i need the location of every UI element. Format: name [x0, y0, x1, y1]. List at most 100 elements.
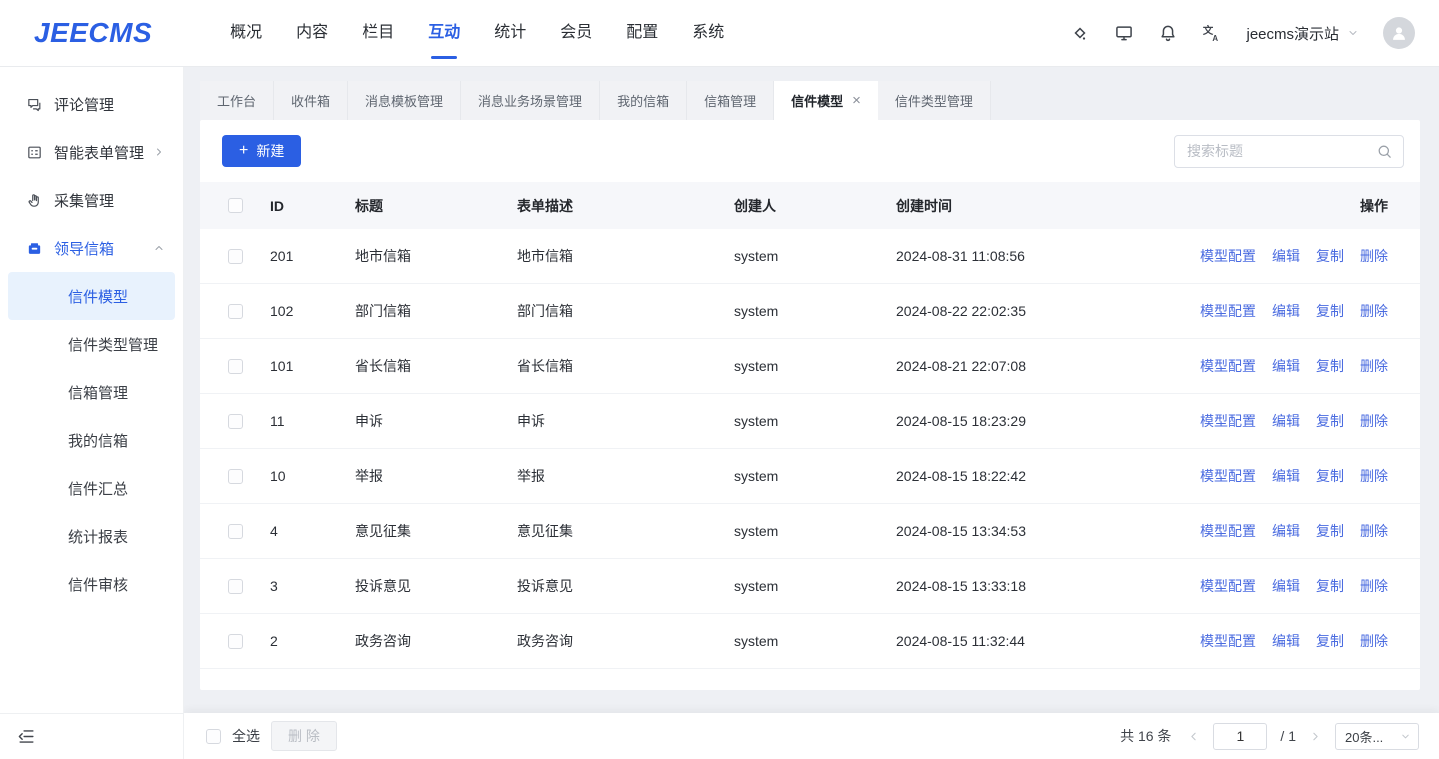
column-desc: 表单描述: [517, 196, 734, 216]
row-action-delete[interactable]: 删除: [1360, 301, 1388, 321]
row-action-model-config[interactable]: 模型配置: [1200, 301, 1256, 321]
tab-label: 我的信箱: [617, 91, 669, 110]
clean-icon[interactable]: [1070, 23, 1090, 43]
tab-2[interactable]: 消息模板管理: [348, 81, 461, 120]
sidebar-subitem-3[interactable]: 我的信箱: [8, 416, 175, 464]
row-action-edit[interactable]: 编辑: [1272, 521, 1300, 541]
sidebar-item-2[interactable]: 采集管理: [0, 176, 183, 224]
sidebar-subitem-2[interactable]: 信箱管理: [8, 368, 175, 416]
page-size-select[interactable]: 20条...: [1335, 723, 1419, 750]
tab-4[interactable]: 我的信箱: [600, 81, 687, 120]
top-nav-item-5[interactable]: 会员: [558, 17, 594, 49]
close-icon[interactable]: ×: [852, 93, 861, 108]
tab-0[interactable]: 工作台: [200, 81, 274, 120]
logo: JEECMS: [34, 17, 152, 49]
row-action-model-config[interactable]: 模型配置: [1200, 521, 1256, 541]
row-action-copy[interactable]: 复制: [1316, 466, 1344, 486]
row-action-delete[interactable]: 删除: [1360, 576, 1388, 596]
row-checkbox[interactable]: [228, 469, 243, 484]
row-action-model-config[interactable]: 模型配置: [1200, 466, 1256, 486]
search-icon[interactable]: [1376, 143, 1393, 160]
page-input[interactable]: [1213, 723, 1267, 750]
row-checkbox[interactable]: [228, 304, 243, 319]
new-button[interactable]: + 新建: [222, 135, 301, 167]
row-title: 举报: [355, 466, 517, 486]
tab-6[interactable]: 信件模型 ×: [774, 81, 878, 120]
row-action-copy[interactable]: 复制: [1316, 411, 1344, 431]
row-action-delete[interactable]: 删除: [1360, 356, 1388, 376]
row-action-delete[interactable]: 删除: [1360, 466, 1388, 486]
row-action-copy[interactable]: 复制: [1316, 301, 1344, 321]
row-action-model-config[interactable]: 模型配置: [1200, 631, 1256, 651]
row-checkbox[interactable]: [228, 524, 243, 539]
tab-3[interactable]: 消息业务场景管理: [461, 81, 600, 120]
sidebar-subitem-4[interactable]: 信件汇总: [8, 464, 175, 512]
sidebar-item-label: 智能表单管理: [54, 142, 144, 163]
sidebar-subitem-0[interactable]: 信件模型: [8, 272, 175, 320]
top-nav-item-1[interactable]: 内容: [294, 17, 330, 49]
row-action-delete[interactable]: 删除: [1360, 411, 1388, 431]
top-nav-item-4[interactable]: 统计: [492, 17, 528, 49]
select-all-checkbox[interactable]: [206, 729, 221, 744]
row-checkbox[interactable]: [228, 414, 243, 429]
row-action-copy[interactable]: 复制: [1316, 521, 1344, 541]
sidebar-footer: [0, 713, 183, 759]
row-checkbox[interactable]: [228, 359, 243, 374]
header-select-checkbox[interactable]: [228, 198, 243, 213]
sidebar-item-1[interactable]: 智能表单管理: [0, 128, 183, 176]
row-action-model-config[interactable]: 模型配置: [1200, 246, 1256, 266]
table-row: 102部门信箱部门信箱system2024-08-22 22:02:35模型配置…: [200, 284, 1420, 339]
top-nav-item-3[interactable]: 互动: [426, 17, 462, 49]
next-page-icon[interactable]: [1309, 730, 1322, 743]
row-checkbox[interactable]: [228, 634, 243, 649]
avatar[interactable]: [1383, 17, 1415, 49]
monitor-icon[interactable]: [1114, 23, 1134, 43]
top-nav-item-2[interactable]: 栏目: [360, 17, 396, 49]
row-action-edit[interactable]: 编辑: [1272, 356, 1300, 376]
row-action-copy[interactable]: 复制: [1316, 246, 1344, 266]
row-checkbox[interactable]: [228, 249, 243, 264]
table-row: 2政务咨询政务咨询system2024-08-15 11:32:44模型配置编辑…: [200, 614, 1420, 669]
delete-button[interactable]: 删 除: [271, 721, 337, 751]
sidebar-subitem-5[interactable]: 统计报表: [8, 512, 175, 560]
row-action-model-config[interactable]: 模型配置: [1200, 356, 1256, 376]
sidebar-subitem-6[interactable]: 信件审核: [8, 560, 175, 608]
row-action-delete[interactable]: 删除: [1360, 521, 1388, 541]
collapse-sidebar-icon[interactable]: [17, 727, 36, 746]
row-actions: 模型配置编辑复制删除: [1200, 466, 1388, 486]
row-action-copy[interactable]: 复制: [1316, 576, 1344, 596]
tab-label: 信件模型: [791, 91, 843, 110]
site-switcher[interactable]: jeecms演示站: [1246, 23, 1359, 44]
row-action-edit[interactable]: 编辑: [1272, 576, 1300, 596]
top-nav-item-7[interactable]: 系统: [690, 17, 726, 49]
row-action-edit[interactable]: 编辑: [1272, 246, 1300, 266]
row-action-model-config[interactable]: 模型配置: [1200, 576, 1256, 596]
row-checkbox[interactable]: [228, 579, 243, 594]
row-action-edit[interactable]: 编辑: [1272, 411, 1300, 431]
row-action-model-config[interactable]: 模型配置: [1200, 411, 1256, 431]
row-desc: 意见征集: [517, 521, 734, 541]
row-title: 投诉意见: [355, 576, 517, 596]
row-action-edit[interactable]: 编辑: [1272, 631, 1300, 651]
row-action-delete[interactable]: 删除: [1360, 246, 1388, 266]
bell-icon[interactable]: [1158, 23, 1178, 43]
row-action-copy[interactable]: 复制: [1316, 631, 1344, 651]
tab-1[interactable]: 收件箱: [274, 81, 348, 120]
app-window: JEECMS 概况内容栏目互动统计会员配置系统 文A jeecms演示站 评论管…: [0, 0, 1439, 759]
top-nav-item-6[interactable]: 配置: [624, 17, 660, 49]
tab-7[interactable]: 信件类型管理: [878, 81, 991, 120]
row-action-edit[interactable]: 编辑: [1272, 466, 1300, 486]
search-input[interactable]: [1174, 135, 1404, 168]
row-action-edit[interactable]: 编辑: [1272, 301, 1300, 321]
row-action-delete[interactable]: 删除: [1360, 631, 1388, 651]
row-action-copy[interactable]: 复制: [1316, 356, 1344, 376]
translate-icon[interactable]: 文A: [1202, 23, 1222, 43]
sidebar-item-3[interactable]: 领导信箱: [0, 224, 183, 272]
prev-page-icon[interactable]: [1187, 730, 1200, 743]
tab-5[interactable]: 信箱管理: [687, 81, 774, 120]
sidebar-subitem-1[interactable]: 信件类型管理: [8, 320, 175, 368]
top-nav-item-0[interactable]: 概况: [228, 17, 264, 49]
row-creator: system: [734, 248, 896, 264]
row-id: 102: [270, 303, 355, 319]
sidebar-item-0[interactable]: 评论管理: [0, 80, 183, 128]
